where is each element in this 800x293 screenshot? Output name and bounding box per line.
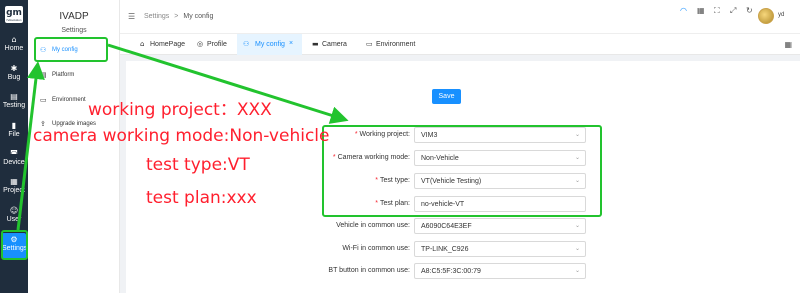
tab-label: Camera [322, 41, 347, 48]
chevron-down-icon: ⌄ [574, 245, 580, 252]
sidebar-title: IVADP [59, 11, 89, 22]
qrcode-icon[interactable]: ▦ [697, 6, 705, 15]
home-icon: ⌂ [11, 35, 17, 44]
platform-icon: ▤ [40, 71, 47, 79]
testing-icon: ▤ [10, 92, 18, 101]
breadcrumb-current: My config [183, 13, 214, 20]
bug-icon: ✱ [10, 64, 18, 73]
rail-item-label: Home [4, 45, 24, 52]
chevron-down-icon: ⌄ [574, 222, 580, 229]
grid-menu-icon[interactable]: ▦ [784, 40, 792, 49]
sidebar-item-platform[interactable]: ▤ Platform [40, 68, 116, 84]
profile-icon: ◎ [197, 40, 204, 48]
environment-icon: ▭ [40, 96, 47, 104]
breadcrumb-separator: > [174, 13, 179, 20]
field-label: BT button in common use: [328, 267, 410, 274]
expand-icon[interactable]: ⤢ [730, 6, 736, 16]
field-label: Vehicle in common use: [336, 222, 410, 229]
wifi-icon[interactable]: ◠ [680, 6, 687, 15]
highlight-my-config [34, 37, 108, 62]
user-config-icon: ⚇ [243, 40, 250, 48]
rail-item-file[interactable]: ▮ File [0, 119, 28, 145]
sidebar-item-label: Environment [52, 97, 86, 103]
tab-my-config[interactable]: ⚇ My config × [237, 34, 302, 55]
breadcrumb: Settings > My config [144, 13, 213, 20]
annotation-working-project: working project：XXX [88, 100, 272, 120]
field-vehicle: Vehicle in common use: A6090C64E3EF ⌄ [322, 218, 722, 234]
save-button[interactable]: Save [432, 89, 461, 104]
field-wifi: Wi-Fi in common use: TP-LINK_C926 ⌄ [322, 241, 722, 257]
field-label: Wi-Fi in common use: [342, 245, 410, 252]
annotation-test-plan: test plan:xxx [146, 188, 257, 208]
rail-item-home[interactable]: ⌂ Home [0, 33, 28, 59]
environment-icon: ▭ [366, 40, 373, 48]
tab-label: My config [255, 41, 285, 48]
project-icon: ▦ [10, 177, 18, 186]
tab-label: HomePage [150, 41, 186, 48]
app-logo[interactable]: gm IVAsolution [5, 6, 23, 23]
camera-icon: ▬ [312, 40, 319, 48]
select-value: TP-LINK_C926 [421, 246, 469, 253]
tabs-bar: ⌂ HomePage ◎ Profile ⚇ My config × ▬ Cam… [120, 34, 800, 55]
rail-item-label: Bug [7, 74, 21, 81]
rail-item-label: Project [3, 187, 25, 194]
rail-item-bug[interactable]: ✱ Bug [0, 62, 28, 88]
select-value: A8:C5:5F:3C:00:79 [421, 268, 481, 275]
tab-environment[interactable]: ▭ Environment [366, 34, 426, 55]
tab-label: Environment [376, 41, 416, 48]
file-icon: ▮ [11, 121, 17, 130]
collapse-menu-icon[interactable]: ☰ [128, 12, 135, 21]
rail-item-label: Device [3, 159, 25, 166]
close-icon[interactable]: × [289, 40, 293, 47]
chevron-down-icon: ⌄ [574, 267, 580, 274]
annotation-camera-mode: camera working mode:Non-vehicle [33, 126, 330, 146]
breadcrumb-item[interactable]: Settings [144, 13, 169, 20]
car-icon: ◚ [10, 149, 18, 158]
logo-subtext: IVAsolution [6, 18, 22, 22]
logo-text: gm [6, 8, 22, 18]
vehicle-select[interactable]: A6090C64E3EF ⌄ [414, 218, 586, 234]
rail-item-label: Testing [2, 102, 26, 109]
sidebar-item-label: Platform [52, 72, 75, 78]
rail-item-testing[interactable]: ▤ Testing [0, 90, 28, 116]
tab-homepage[interactable]: ⌂ HomePage [140, 34, 194, 55]
avatar[interactable] [758, 8, 774, 24]
rail-item-device[interactable]: ◚ Device [0, 147, 28, 173]
rail-item-project[interactable]: ▦ Project [0, 175, 28, 201]
rail-item-label: File [8, 131, 20, 138]
user-icon: ☺ [9, 206, 19, 215]
refresh-icon[interactable]: ↻ [746, 6, 753, 15]
user-name[interactable]: yd [778, 12, 784, 18]
annotation-test-type: test type:VT [146, 155, 250, 175]
highlight-required-fields [322, 125, 602, 217]
sidebar-subtitle: Settings [61, 27, 87, 34]
highlight-settings [1, 230, 28, 260]
rail-item-label: User [6, 216, 22, 223]
rail-item-user[interactable]: ☺ User [0, 204, 28, 230]
field-bt-button: BT button in common use: A8:C5:5F:3C:00:… [322, 263, 722, 279]
tab-camera[interactable]: ▬ Camera [312, 34, 358, 55]
tab-label: Profile [207, 41, 227, 48]
home-icon: ⌂ [140, 40, 145, 48]
tab-profile[interactable]: ◎ Profile [197, 34, 237, 55]
bt-button-select[interactable]: A8:C5:5F:3C:00:79 ⌄ [414, 263, 586, 279]
fullscreen-icon[interactable]: ⛶ [714, 6, 720, 16]
wifi-select[interactable]: TP-LINK_C926 ⌄ [414, 241, 586, 257]
select-value: A6090C64E3EF [421, 223, 472, 230]
top-bar: ☰ Settings > My config ◠ ▦ ⛶ ⤢ ↻ [120, 0, 800, 34]
